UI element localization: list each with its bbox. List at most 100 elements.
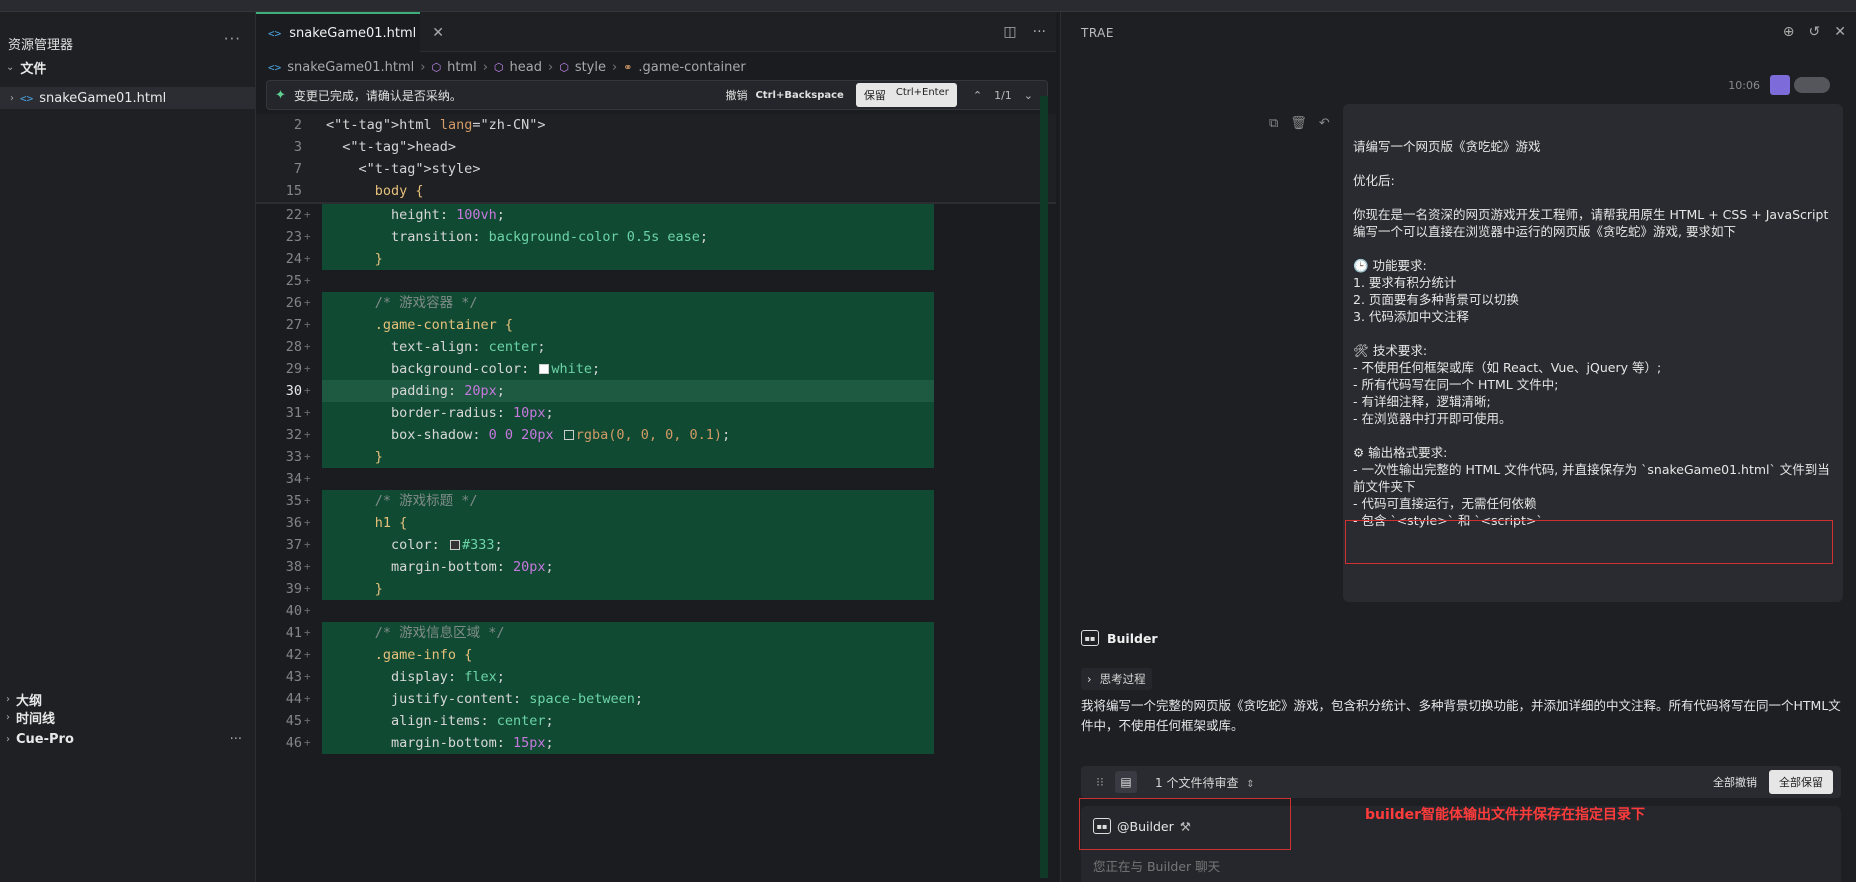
added-line-marker: + [304, 560, 311, 573]
code-editor: <> snakeGame01.html ✕ ◫ ··· <> snakeGame… [256, 12, 1056, 882]
sticky-code-line[interactable]: 3 <"t-tag">head> [256, 136, 1056, 158]
line-number: 36 [285, 515, 302, 531]
chevron-right-icon: › [6, 711, 10, 723]
code-area[interactable]: 2 <"t-tag">html lang="zh-CN"> 3 <"t-tag">h… [256, 114, 1056, 882]
line-number: 26 [285, 295, 302, 311]
line-number: 28 [285, 339, 302, 355]
editor-scrollbar[interactable] [1040, 96, 1048, 878]
element-icon: ⬡ [431, 60, 442, 74]
breadcrumb-head[interactable]: head [510, 60, 542, 75]
added-line-marker: + [304, 692, 311, 705]
code-line[interactable]: 22 + height: 100vh; [256, 204, 1056, 226]
undo-all-button[interactable]: 全部撤销 [1713, 774, 1757, 790]
code-text: } [374, 449, 383, 465]
file-item[interactable]: › <> snakeGame01.html [0, 87, 256, 109]
added-line-marker: + [304, 406, 311, 419]
list-icon[interactable]: ⁝⁝ [1089, 771, 1111, 793]
close-icon[interactable]: ✕ [432, 25, 444, 41]
selector-icon: ⚭ [623, 60, 633, 74]
keep-all-button[interactable]: 全部保留 [1769, 770, 1833, 794]
file-icon[interactable]: ▤ [1115, 771, 1137, 793]
code-line[interactable]: 31 + border-radius: 10px; [256, 402, 1056, 424]
code-line[interactable]: 26 + /* 游戏容器 */ [256, 292, 1056, 314]
code-text: transition: background-color 0.5s ease; [391, 229, 709, 245]
code-line[interactable]: 34 + [256, 468, 1056, 490]
code-line[interactable]: 42 + .game-info { [256, 644, 1056, 666]
section-cue-pro[interactable]: › Cue-Pro ··· [0, 728, 256, 750]
line-number: 45 [285, 713, 302, 729]
sticky-code-line[interactable]: 15 body { [256, 180, 1056, 202]
code-line[interactable]: 38 + margin-bottom: 20px; [256, 556, 1056, 578]
breadcrumb-style[interactable]: style [575, 60, 606, 75]
more-icon[interactable]: ··· [224, 30, 241, 48]
code-line[interactable]: 36 + h1 { [256, 512, 1056, 534]
keep-label: 保留 [863, 89, 886, 102]
code-line[interactable]: 37 + color: #333; [256, 534, 1056, 556]
code-text: box-shadow: 0 0 20px rgba(0, 0, 0, 0.1); [391, 427, 731, 443]
code-line[interactable]: 41 + /* 游戏信息区域 */ [256, 622, 1056, 644]
code-line[interactable]: 23 + transition: background-color 0.5s ea… [256, 226, 1056, 248]
user-message-line [1353, 189, 1833, 206]
code-line[interactable]: 43 + display: flex; [256, 666, 1056, 688]
code-text: /* 游戏信息区域 */ [374, 625, 505, 641]
new-chat-icon[interactable]: ⊕ [1783, 24, 1795, 40]
line-number: 3 [293, 139, 302, 155]
copy-icon[interactable]: ⧉ [1269, 116, 1278, 131]
user-message-line: - 在浏览器中打开即可使用。 [1353, 411, 1512, 426]
history-icon[interactable]: ↺ [1809, 24, 1821, 40]
user-message-line [1353, 240, 1833, 257]
code-line[interactable]: 39 + } [256, 578, 1056, 600]
pending-count-label: 1 个文件待审查 [1155, 775, 1239, 790]
more-icon[interactable]: ··· [1033, 24, 1046, 40]
sticky-code-line[interactable]: 7 <"t-tag">style> [256, 158, 1056, 180]
more-icon[interactable]: ··· [230, 732, 242, 747]
code-line[interactable]: 25 + [256, 270, 1056, 292]
code-line[interactable]: 44 + justify-content: space-between; [256, 688, 1056, 710]
code-line[interactable]: 30 + padding: 20px; [256, 380, 1056, 402]
section-timeline[interactable]: › 时间线 [0, 706, 256, 728]
breadcrumb-file[interactable]: snakeGame01.html [287, 60, 414, 75]
section-files[interactable]: ⌄ 文件 [0, 56, 256, 78]
close-icon[interactable]: ✕ [1834, 24, 1846, 40]
breadcrumb-html[interactable]: html [447, 60, 477, 75]
delete-icon[interactable]: 🗑 [1290, 116, 1307, 131]
keep-button[interactable]: 保留 Ctrl+Enter [855, 83, 957, 107]
code-line[interactable]: 46 + margin-bottom: 15px; [256, 732, 1056, 754]
user-message-line: ⚙ 输出格式要求: [1353, 445, 1448, 460]
code-text: display: flex; [391, 669, 505, 685]
code-text: padding: 20px; [391, 383, 505, 399]
breadcrumb-separator: › [482, 59, 488, 75]
user-message-line: - 代码可直接运行，无需任何依赖 [1353, 496, 1537, 511]
tab-label: snakeGame01.html [289, 25, 417, 41]
code-line[interactable]: 29 + background-color: white; [256, 358, 1056, 380]
code-line[interactable]: 33 + } [256, 446, 1056, 468]
added-line-marker: + [304, 296, 311, 309]
code-line[interactable]: 40 + [256, 600, 1056, 622]
tab-snakegame[interactable]: <> snakeGame01.html ✕ [256, 12, 444, 52]
added-line-marker: + [304, 318, 311, 331]
undo-icon[interactable]: ↶ [1319, 116, 1330, 131]
explorer-title: 资源管理器 [8, 38, 74, 53]
code-line[interactable]: 45 + align-items: center; [256, 710, 1056, 732]
code-line[interactable]: 32 + box-shadow: 0 0 20px rgba(0, 0, 0, 0… [256, 424, 1056, 446]
thinking-toggle[interactable]: › 思考过程 [1081, 668, 1152, 690]
breadcrumb-selector[interactable]: .game-container [638, 60, 745, 75]
code-line[interactable]: 35 + /* 游戏标题 */ [256, 490, 1056, 512]
user-message-line: 2. 页面要有多种背景可以切换 [1353, 292, 1519, 307]
code-line[interactable]: 24 + } [256, 248, 1056, 270]
annotation-box [1079, 798, 1291, 850]
code-line[interactable]: 27 + .game-container { [256, 314, 1056, 336]
pending-count[interactable]: 1 个文件待审查 ⇕ [1155, 774, 1255, 791]
code-line[interactable]: 28 + text-align: center; [256, 336, 1056, 358]
file-item-label: snakeGame01.html [39, 90, 167, 106]
chevron-up-icon[interactable]: ⌃ [973, 89, 982, 102]
chevron-down-icon[interactable]: ⌄ [1024, 89, 1033, 102]
undo-button[interactable]: 撤销 [725, 87, 747, 103]
split-editor-icon[interactable]: ◫ [1003, 24, 1016, 40]
line-number: 34 [285, 471, 302, 487]
sticky-code-line[interactable]: 2 <"t-tag">html lang="zh-CN"> [256, 114, 1056, 136]
added-line-marker: + [304, 648, 311, 661]
line-number: 32 [285, 427, 302, 443]
user-message-line: - 所有代码写在同一个 HTML 文件中; [1353, 377, 1559, 392]
user-message-line: 🛠 技术要求: [1353, 343, 1428, 358]
